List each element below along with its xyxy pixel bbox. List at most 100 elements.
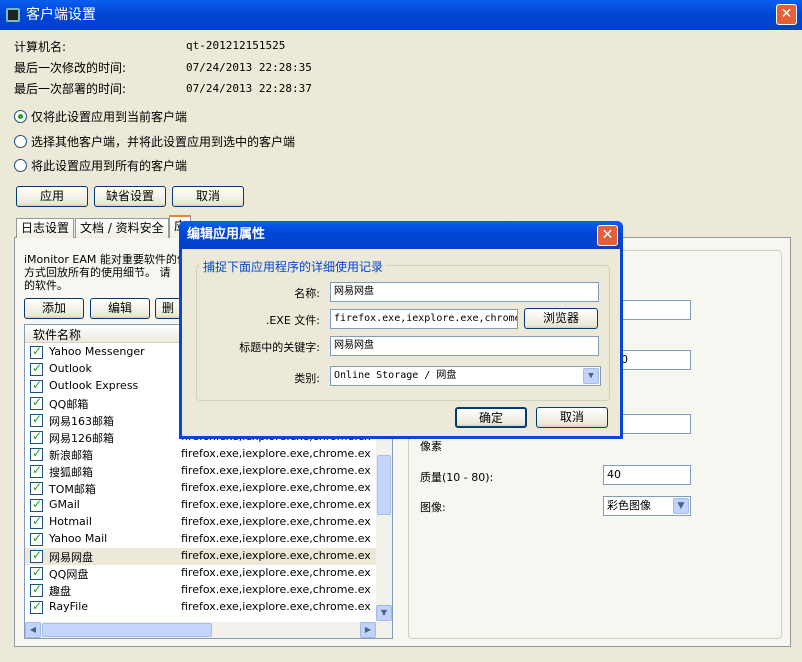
category-select[interactable]: Online Storage / 网盘 ▼ — [330, 366, 601, 386]
checkbox[interactable] — [30, 361, 43, 376]
list-item[interactable]: 搜狐邮箱 firefox.exe,iexplore.exe,chrome.exe,… — [25, 463, 377, 480]
software-exe: firefox.exe,iexplore.exe,chrome.exe,o... — [181, 447, 371, 460]
title-keyword-input[interactable]: 网易网盘 — [330, 336, 599, 356]
capture-group-title: 捕捉下面应用程序的详细使用记录 — [200, 258, 387, 275]
checkbox[interactable] — [30, 378, 43, 393]
category-label: 类别: — [294, 372, 320, 385]
add-button[interactable]: 添加 — [24, 298, 84, 319]
column-header-name[interactable]: 软件名称 — [33, 326, 81, 343]
checkbox[interactable] — [30, 463, 43, 478]
apply-button[interactable]: 应用 — [16, 186, 88, 207]
scroll-right-icon[interactable]: ▶ — [360, 622, 376, 638]
scroll-left-icon[interactable]: ◀ — [25, 622, 41, 638]
computer-name-label: 计算机名: — [14, 40, 67, 54]
list-item[interactable]: 趣盘 firefox.exe,iexplore.exe,chrome.exe,o.… — [25, 582, 377, 599]
software-exe: firefox.exe,iexplore.exe,chrome.exe,o... — [181, 600, 371, 613]
image-mode-value: 彩色图像 — [607, 499, 651, 512]
cancel-button[interactable]: 取消 — [172, 186, 244, 207]
panel-description-3: 的软件。 — [24, 279, 68, 292]
software-name: GMail — [49, 498, 80, 511]
software-name: Yahoo Messenger — [49, 345, 145, 358]
software-exe: firefox.exe,iexplore.exe,chrome.exe,o... — [181, 464, 371, 477]
last-deployed-label: 最后一次部署的时间: — [14, 82, 127, 96]
window-titlebar: 客户端设置 ✕ — [0, 0, 802, 30]
software-name: 网易126邮箱 — [49, 432, 114, 445]
exe-file-input[interactable]: firefox.exe,iexplore.exe,chrome — [330, 309, 518, 329]
checkbox[interactable] — [30, 429, 43, 444]
checkbox[interactable] — [30, 412, 43, 427]
scroll-down-icon[interactable]: ▼ — [376, 605, 392, 621]
checkbox[interactable] — [30, 395, 43, 410]
category-value: Online Storage / 网盘 — [334, 370, 457, 381]
list-item[interactable]: 新浪邮箱 firefox.exe,iexplore.exe,chrome.exe,… — [25, 446, 377, 463]
chevron-down-icon[interactable]: ▼ — [583, 368, 599, 384]
window-title: 客户端设置 — [26, 7, 96, 23]
list-item[interactable]: RayFile firefox.exe,iexplore.exe,chrome.e… — [25, 599, 377, 616]
tab-document-security[interactable]: 文档 / 资料安全 — [75, 218, 169, 238]
radio-selected-clients[interactable]: 选择其他客户端，并将此设置应用到选中的客户端 — [14, 133, 295, 149]
software-exe: firefox.exe,iexplore.exe,chrome.exe,o... — [181, 532, 371, 545]
software-exe: firefox.exe,iexplore.exe,chrome.exe,o... — [181, 549, 371, 562]
window-close-button[interactable]: ✕ — [776, 4, 797, 25]
dialog-cancel-button[interactable]: 取消 — [536, 407, 608, 428]
pixel-label: 像素 — [420, 440, 442, 453]
radio-selected-icon[interactable] — [14, 110, 27, 123]
software-name: Outlook Express — [49, 379, 139, 392]
app-name-input[interactable]: 网易网盘 — [330, 282, 599, 302]
checkbox[interactable] — [30, 599, 43, 614]
checkbox[interactable] — [30, 582, 43, 597]
software-exe: firefox.exe,iexplore.exe,chrome.exe,o... — [181, 515, 371, 528]
image-label: 图像: — [420, 501, 446, 514]
app-icon — [6, 8, 20, 22]
vertical-scroll-thumb[interactable] — [377, 455, 391, 515]
radio-icon[interactable] — [14, 135, 27, 148]
defaults-button[interactable]: 缺省设置 — [94, 186, 166, 207]
list-item[interactable]: 网易网盘 firefox.exe,iexplore.exe,chrome.exe,… — [25, 548, 377, 565]
software-name: TOM邮箱 — [49, 483, 96, 496]
dialog-title: 编辑应用属性 — [179, 221, 623, 249]
last-modified-value: 07/24/2013 22:28:35 — [186, 61, 312, 74]
edit-button[interactable]: 编辑 — [90, 298, 150, 319]
software-exe: firefox.exe,iexplore.exe,chrome.exe,o... — [181, 498, 371, 511]
checkbox[interactable] — [30, 548, 43, 563]
list-item[interactable]: GMail firefox.exe,iexplore.exe,chrome.exe… — [25, 497, 377, 514]
list-item[interactable]: Hotmail firefox.exe,iexplore.exe,chrome.e… — [25, 514, 377, 531]
software-exe: firefox.exe,iexplore.exe,chrome.exe,o... — [181, 481, 371, 494]
horizontal-scroll-thumb[interactable] — [42, 623, 212, 637]
ok-button[interactable]: 确定 — [455, 407, 527, 428]
dialog-close-button[interactable]: ✕ — [597, 225, 618, 246]
checkbox[interactable] — [30, 514, 43, 529]
software-name: QQ网盘 — [49, 568, 89, 581]
software-name: QQ邮箱 — [49, 398, 89, 411]
last-modified-label: 最后一次修改的时间: — [14, 61, 127, 75]
radio-all-clients[interactable]: 将此设置应用到所有的客户端 — [14, 157, 187, 173]
title-keyword-label: 标题中的关键字: — [239, 341, 320, 354]
delete-button[interactable]: 删 — [155, 298, 181, 319]
horizontal-scrollbar[interactable]: ◀ ▶ — [25, 622, 392, 638]
software-exe: firefox.exe,iexplore.exe,chrome.exe,o... — [181, 583, 371, 596]
checkbox[interactable] — [30, 446, 43, 461]
tab-log-settings[interactable]: 日志设置 — [16, 218, 75, 238]
quality-label: 质量(10 - 80): — [420, 471, 494, 484]
last-deployed-value: 07/24/2013 22:28:37 — [186, 82, 312, 95]
chevron-down-icon[interactable]: ▼ — [673, 498, 689, 514]
software-name: 趣盘 — [49, 585, 71, 598]
image-mode-select[interactable]: 彩色图像 ▼ — [603, 496, 691, 516]
checkbox[interactable] — [30, 497, 43, 512]
radio-icon[interactable] — [14, 159, 27, 172]
list-item[interactable]: TOM邮箱 firefox.exe,iexplore.exe,chrome.exe… — [25, 480, 377, 497]
computer-name-value: qt-201212151525 — [186, 39, 286, 52]
software-name: 网易163邮箱 — [49, 415, 114, 428]
checkbox[interactable] — [30, 480, 43, 495]
software-name: 网易网盘 — [49, 551, 93, 564]
list-item[interactable]: QQ网盘 firefox.exe,iexplore.exe,chrome.exe,… — [25, 565, 377, 582]
radio-current-client[interactable]: 仅将此设置应用到当前客户端 — [14, 108, 187, 124]
browse-button[interactable]: 浏览器 — [524, 308, 598, 329]
software-exe: firefox.exe,iexplore.exe,chrome.exe,o... — [181, 566, 371, 579]
quality-input[interactable]: 40 — [603, 465, 691, 485]
list-item[interactable]: Yahoo Mail firefox.exe,iexplore.exe,chrom… — [25, 531, 377, 548]
checkbox[interactable] — [30, 565, 43, 580]
software-name: Outlook — [49, 362, 92, 375]
checkbox[interactable] — [30, 531, 43, 546]
checkbox[interactable] — [30, 344, 43, 359]
